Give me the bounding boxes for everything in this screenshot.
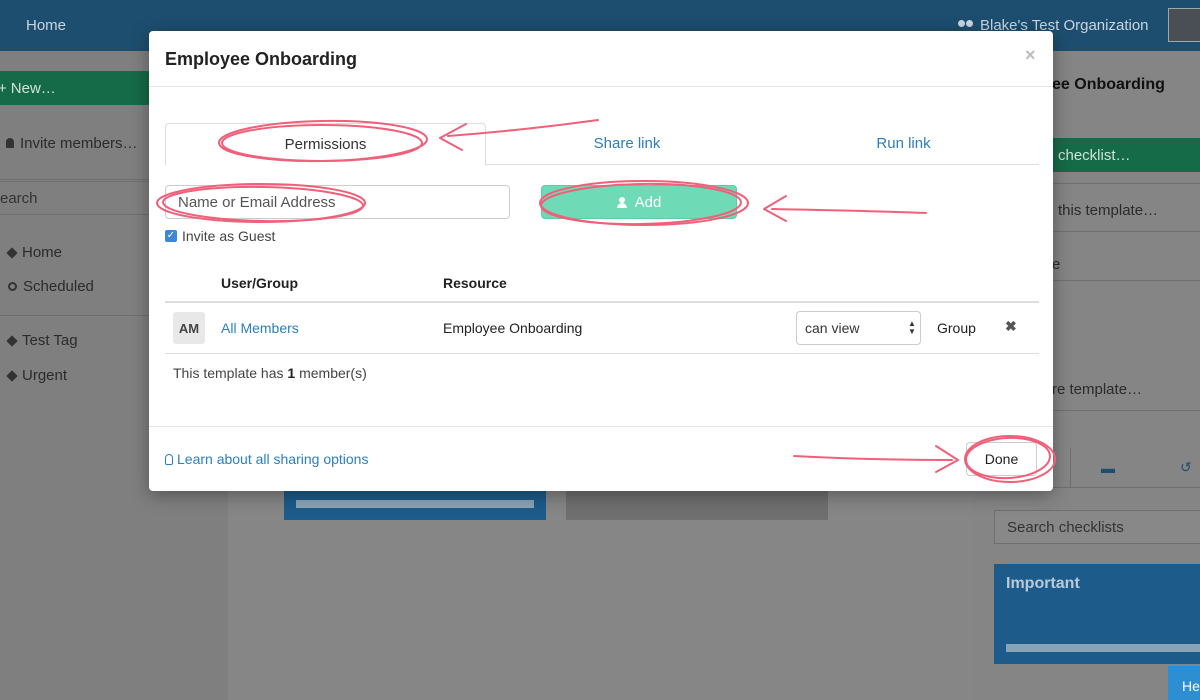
modal-header: Employee Onboarding × xyxy=(149,31,1053,87)
tag-icon xyxy=(6,335,18,347)
permission-select[interactable]: can view ▲ ▼ xyxy=(796,311,921,345)
email-input[interactable] xyxy=(165,185,510,219)
right-panel-item[interactable]: re template… xyxy=(1052,381,1142,398)
sidebar-item-label: Test Tag xyxy=(22,332,78,349)
learn-sharing-link[interactable]: Learn about all sharing options xyxy=(165,451,368,467)
learn-sharing-label: Learn about all sharing options xyxy=(177,451,369,467)
sidebar-item-test-tag[interactable]: Test Tag xyxy=(0,332,78,349)
history-icon[interactable]: ↺ xyxy=(1180,459,1192,476)
users-icon xyxy=(958,19,974,32)
sidebar-item-scheduled[interactable]: Scheduled xyxy=(0,278,94,295)
tag-icon xyxy=(6,370,18,382)
invite-members-label: Invite members… xyxy=(20,135,138,152)
sidebar-item-label: Scheduled xyxy=(23,278,94,295)
template-card[interactable] xyxy=(566,490,828,520)
row-divider xyxy=(165,353,1039,354)
summary-suffix: member(s) xyxy=(299,365,367,381)
user-icon xyxy=(616,196,627,208)
column-header-resource: Resource xyxy=(443,275,507,291)
help-button[interactable]: He xyxy=(1168,666,1200,700)
progress-bar xyxy=(296,500,534,508)
person-icon xyxy=(6,138,14,148)
column-header-user: User/Group xyxy=(221,275,299,291)
add-button[interactable]: Add xyxy=(541,185,737,219)
important-label: Important xyxy=(1006,575,1080,592)
permission-value: can view xyxy=(805,320,860,336)
progress-bar xyxy=(1006,644,1200,652)
add-button-label: Add xyxy=(634,193,662,211)
clock-icon xyxy=(8,282,17,291)
right-panel-title: ee Onboarding xyxy=(1052,76,1165,93)
tab-permissions[interactable]: Permissions xyxy=(165,123,486,166)
member-summary: This template has 1 member(s) xyxy=(173,365,367,381)
guest-checkbox[interactable]: ✓ xyxy=(165,230,177,242)
lightbulb-icon xyxy=(165,453,173,465)
template-card[interactable] xyxy=(284,490,546,520)
tab-run-link[interactable]: Run link xyxy=(768,123,1039,165)
invite-members-button[interactable]: Invite members… xyxy=(0,135,138,152)
select-arrows-icon: ▲ ▼ xyxy=(908,319,916,336)
search-checklists-input[interactable]: Search checklists xyxy=(994,510,1200,544)
member-type: Group xyxy=(937,320,976,336)
user-avatar[interactable] xyxy=(1168,8,1200,42)
important-card[interactable]: Important xyxy=(994,564,1200,664)
summary-prefix: This template has xyxy=(173,365,284,381)
sidebar-item-urgent[interactable]: Urgent xyxy=(0,367,67,384)
sidebar-search-placeholder: earch xyxy=(0,190,38,207)
right-panel-item[interactable]: this template… xyxy=(1058,202,1158,219)
modal-title: Employee Onboarding xyxy=(165,49,358,69)
nav-home-link[interactable]: Home xyxy=(26,17,66,34)
home-icon xyxy=(6,247,18,259)
close-icon[interactable]: × xyxy=(1025,45,1036,66)
member-link[interactable]: All Members xyxy=(221,320,299,336)
sidebar-item-label: Home xyxy=(22,244,63,261)
table-header-divider xyxy=(165,301,1039,303)
modal-footer-divider xyxy=(149,426,1053,427)
summary-count: 1 xyxy=(287,365,296,381)
modal-tabs: Permissions Share link Run link xyxy=(165,123,1039,166)
done-button[interactable]: Done xyxy=(966,442,1037,476)
tab-divider xyxy=(1070,448,1071,488)
share-modal: Employee Onboarding × Permissions Share … xyxy=(149,31,1053,491)
remove-icon[interactable]: ✖ xyxy=(1005,318,1017,335)
tab-share-link[interactable]: Share link xyxy=(486,123,768,165)
member-avatar: AM xyxy=(173,312,205,344)
sidebar-item-label: Urgent xyxy=(22,367,68,384)
comments-icon[interactable]: ▬ xyxy=(1101,460,1115,476)
invite-as-guest[interactable]: ✓ Invite as Guest xyxy=(165,228,275,244)
resource-name: Employee Onboarding xyxy=(443,320,583,336)
right-panel-item[interactable]: e xyxy=(1052,256,1060,273)
new-button-label: New… xyxy=(10,80,56,97)
plus-icon: + xyxy=(0,80,7,97)
sidebar-item-home[interactable]: Home xyxy=(0,244,62,261)
guest-label: Invite as Guest xyxy=(182,228,276,244)
